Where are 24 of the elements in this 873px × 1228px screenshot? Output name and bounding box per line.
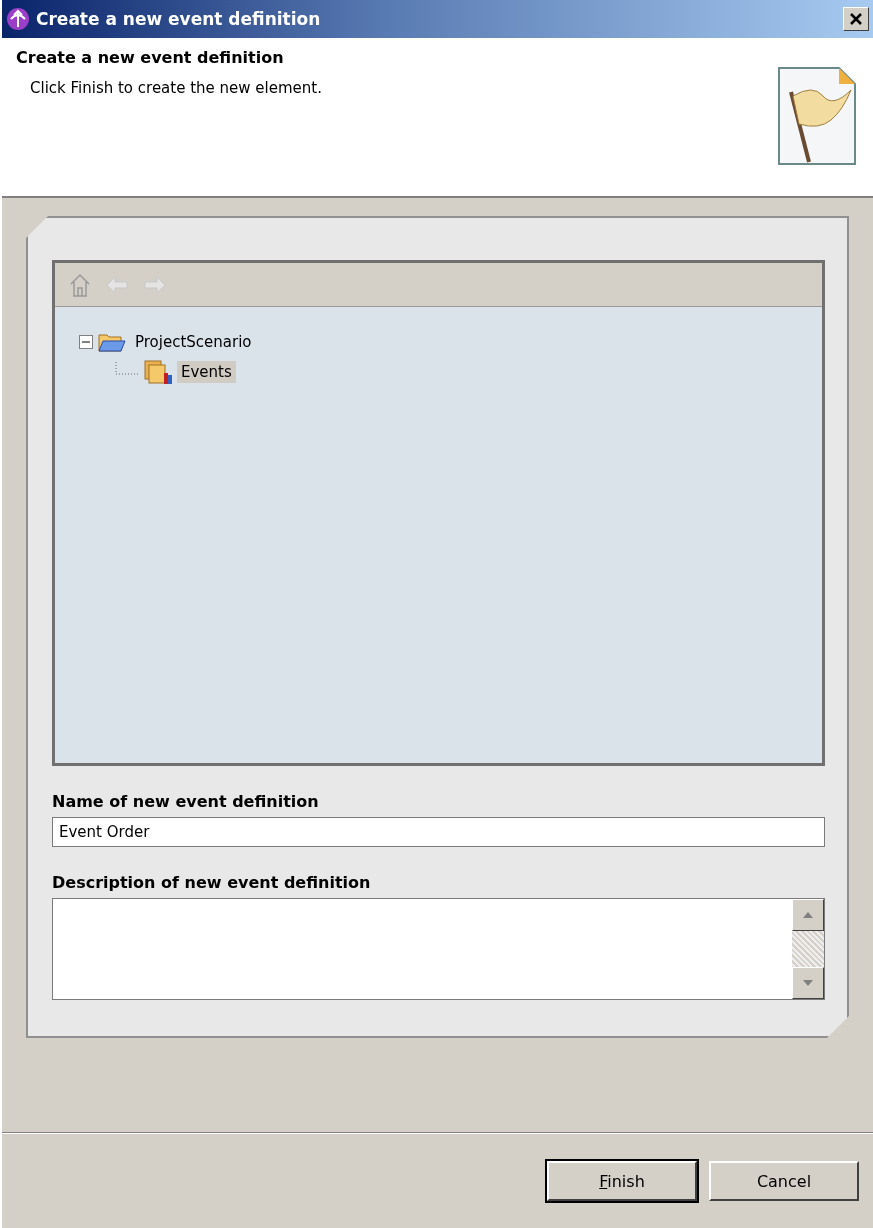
window-title: Create a new event definition [36,9,322,29]
page-title: Create a new event definition [16,48,285,67]
page-message: Click Finish to create the new element. [29,79,323,97]
close-button[interactable] [843,7,869,31]
collapse-icon[interactable] [79,335,93,349]
scroll-down-icon[interactable] [802,979,814,987]
close-icon [849,12,863,26]
home-icon[interactable] [69,271,91,298]
name-field[interactable]: Event Order [52,817,825,847]
scrollbar[interactable] [792,899,824,999]
tree-item[interactable]: ProjectScenario [131,331,256,353]
back-arrow-icon[interactable] [105,274,129,295]
dialog-button[interactable]: Cancel [709,1161,859,1201]
folders-icon [143,359,173,385]
flag-icon [777,66,859,166]
forward-arrow-icon[interactable] [143,274,167,295]
folder-icon [97,331,127,353]
field-label: Name of new event definition [52,792,320,811]
app-icon [6,7,30,31]
dialog-button[interactable]: Finish [547,1161,697,1201]
field-label: Description of new event definition [52,873,372,892]
tree-item[interactable]: Events [177,361,236,383]
description-field[interactable] [52,898,825,1000]
scroll-up-icon[interactable] [802,911,814,919]
